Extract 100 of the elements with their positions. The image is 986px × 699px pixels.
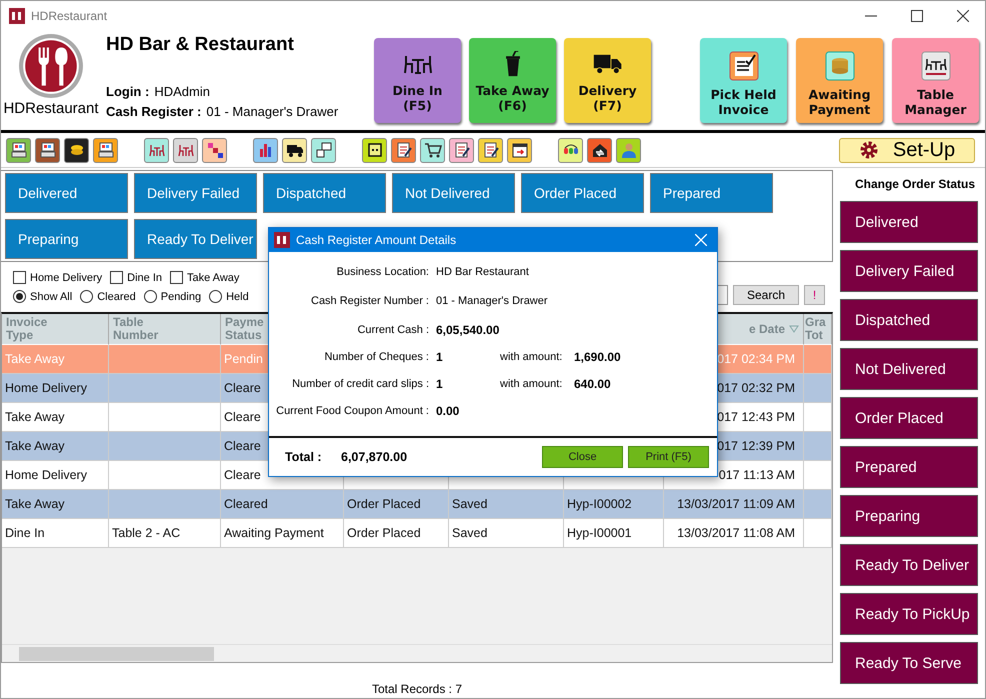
order-type-button[interactable]: Delivery (F7) xyxy=(564,38,651,123)
table-cell xyxy=(804,490,832,519)
window-icon[interactable] xyxy=(311,138,336,162)
table-cell: Home Delivery xyxy=(2,461,109,490)
table-cell: Take Away xyxy=(2,345,109,374)
cash-register-label: Cash Register : xyxy=(106,104,202,119)
close-icon[interactable] xyxy=(957,10,969,22)
field-value: HD Bar Restaurant xyxy=(436,266,529,278)
login-value: HDAdmin xyxy=(154,84,210,99)
status-button[interactable]: Delivery Failed xyxy=(134,173,257,213)
radio-label: Cleared xyxy=(97,290,136,302)
change-status-button[interactable]: Delivered xyxy=(840,201,978,243)
table-cell: 13/03/2017 11:08 AM xyxy=(664,519,804,548)
field-label: Cash Register Number : xyxy=(310,294,430,306)
rings-icon[interactable] xyxy=(558,138,583,162)
blocks-icon[interactable] xyxy=(202,138,227,162)
status-button[interactable]: Prepared xyxy=(650,173,773,213)
setup-button[interactable]: Set-Up xyxy=(839,138,975,162)
search-button[interactable]: Search xyxy=(733,285,799,305)
quick-action-button[interactable]: Table Manager xyxy=(892,38,979,123)
table-icon[interactable] xyxy=(173,138,198,162)
table-cell: Take Away xyxy=(2,490,109,519)
truck-icon[interactable] xyxy=(282,138,307,162)
calendar-icon[interactable] xyxy=(507,138,532,162)
horizontal-scrollbar[interactable] xyxy=(2,644,832,662)
dialog-button[interactable]: Close xyxy=(542,446,623,468)
table-cell: Hyp-I00002 xyxy=(564,490,664,519)
field-label: with amount: xyxy=(500,350,564,362)
field-value: 1 xyxy=(436,376,444,390)
table-cell: Awaiting Payment xyxy=(221,519,344,548)
checkbox[interactable] xyxy=(110,271,124,284)
radio-label: Held xyxy=(226,290,249,302)
quick-action-button[interactable]: Awaiting Payment xyxy=(796,38,883,123)
field-label: with amount: xyxy=(500,378,564,390)
coins-icon[interactable] xyxy=(64,138,89,162)
table-cell: Take Away xyxy=(2,432,109,461)
table-cell xyxy=(804,432,832,461)
order-type-button[interactable]: Dine In (F5) xyxy=(374,38,461,123)
cart-icon[interactable] xyxy=(420,138,445,162)
dialog-button[interactable]: Print (F5) xyxy=(628,446,709,468)
status-button[interactable]: Delivered xyxy=(5,173,128,213)
field-value: 01 - Manager's Drawer xyxy=(436,294,548,306)
cash-register-icon[interactable] xyxy=(35,138,60,162)
logo-text: HDRestaurant xyxy=(3,100,99,117)
status-button[interactable]: Not Delivered xyxy=(392,173,515,213)
change-status-button[interactable]: Dispatched xyxy=(840,299,978,341)
radio-label: Show All xyxy=(30,290,72,302)
field-value: 1 xyxy=(436,350,444,364)
table-cell xyxy=(804,345,832,374)
arrows-icon[interactable] xyxy=(587,138,612,162)
field-value: 6,05,540.00 xyxy=(436,322,500,336)
total-records: Total Records : 7 xyxy=(372,682,462,696)
field-label: Business Location: xyxy=(336,266,430,278)
cash-register-icon[interactable] xyxy=(6,138,31,162)
alert-button[interactable]: ! xyxy=(804,285,825,305)
radio-button[interactable] xyxy=(209,290,222,303)
status-button[interactable]: Preparing xyxy=(5,219,128,259)
total-label: Total : xyxy=(285,450,323,464)
quick-action-button[interactable]: Pick Held Invoice xyxy=(700,38,787,123)
field-value: 1,690.00 xyxy=(574,350,621,364)
radio-button[interactable] xyxy=(80,290,94,303)
status-button[interactable]: Order Placed xyxy=(521,173,644,213)
person-icon[interactable] xyxy=(616,138,641,162)
change-status-button[interactable]: Preparing xyxy=(840,495,978,537)
login-label: Login : xyxy=(106,84,150,99)
table-chairs-icon xyxy=(920,51,950,81)
table-cell: Cleared xyxy=(221,490,344,519)
document-edit-icon[interactable] xyxy=(391,138,416,162)
bar-chart-icon[interactable] xyxy=(253,138,278,162)
checklist-icon[interactable] xyxy=(449,138,474,162)
order-type-button[interactable]: Take Away (F6) xyxy=(469,38,556,123)
change-status-button[interactable]: Prepared xyxy=(840,446,978,488)
checklist-icon xyxy=(728,51,758,81)
coins-icon xyxy=(824,51,854,81)
gear-icon xyxy=(858,140,879,160)
maximize-icon[interactable] xyxy=(911,10,923,22)
cash-register-icon[interactable] xyxy=(93,138,118,162)
change-status-button[interactable]: Order Placed xyxy=(840,397,978,439)
change-status-button[interactable]: Ready To Deliver xyxy=(840,544,978,586)
table-icon[interactable] xyxy=(144,138,169,162)
change-status-button[interactable]: Not Delivered xyxy=(840,348,978,390)
change-status-button[interactable]: Delivery Failed xyxy=(840,250,978,292)
table-cell: Hyp-I00001 xyxy=(564,519,664,548)
radio-button[interactable] xyxy=(144,290,157,303)
status-button[interactable]: Ready To Deliver xyxy=(134,219,257,259)
table-cell: Saved xyxy=(449,490,564,519)
table-cell xyxy=(804,461,832,490)
field-value: 0.00 xyxy=(436,404,460,418)
total-value: 6,07,870.00 xyxy=(341,450,408,464)
checkbox[interactable] xyxy=(170,271,183,284)
table-cell xyxy=(804,374,832,403)
table-cell: Home Delivery xyxy=(2,374,109,403)
checkbox[interactable] xyxy=(13,271,26,284)
change-status-button[interactable]: Ready To Serve xyxy=(840,642,978,684)
radio-button[interactable] xyxy=(13,290,26,303)
table-cell: Saved xyxy=(449,519,564,548)
table-cell xyxy=(804,519,832,548)
status-button[interactable]: Dispatched xyxy=(263,173,386,213)
document-icon[interactable] xyxy=(478,138,503,162)
change-status-button[interactable]: Ready To PickUp xyxy=(840,593,978,635)
